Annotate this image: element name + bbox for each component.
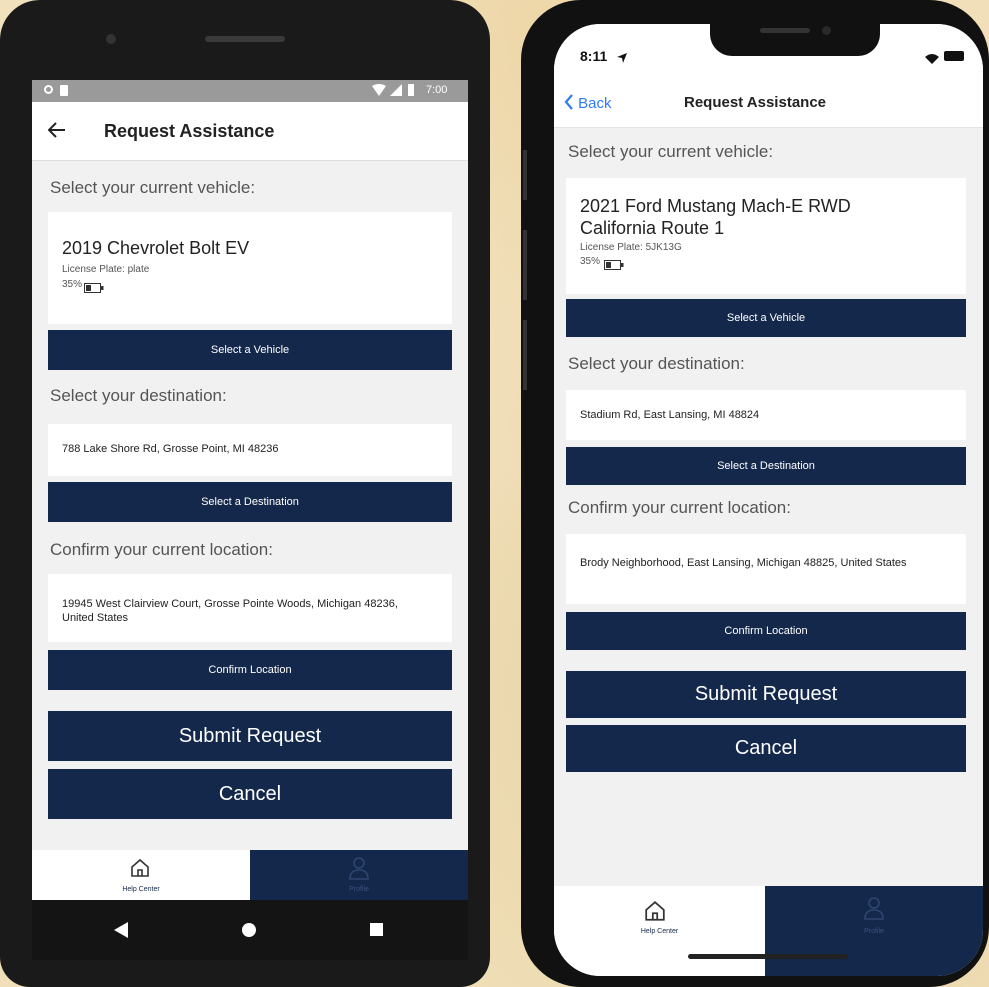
wifi-icon bbox=[925, 51, 939, 69]
confirm-location-button[interactable]: Confirm Location bbox=[566, 612, 966, 650]
submit-request-button[interactable]: Submit Request bbox=[566, 671, 966, 718]
android-screen: 7:00 Request Assistance Select your curr… bbox=[32, 80, 468, 904]
side-button bbox=[523, 150, 527, 200]
tab-profile[interactable]: Profile bbox=[765, 886, 983, 976]
status-time: 8:11 bbox=[580, 48, 608, 64]
tab-help-center[interactable]: Help Center bbox=[32, 850, 250, 904]
side-button bbox=[523, 230, 527, 300]
app-header: Request Assistance bbox=[32, 102, 468, 161]
battery-icon bbox=[944, 51, 964, 61]
nav-home-icon[interactable] bbox=[242, 923, 256, 937]
vehicle-name-line2: California Route 1 bbox=[580, 218, 725, 238]
circle-notification-icon bbox=[44, 85, 53, 94]
wifi-icon bbox=[372, 84, 386, 99]
location-section-label: Confirm your current location: bbox=[50, 540, 273, 559]
iphone-screen: 8:11 Back Request Assistance Select your… bbox=[554, 24, 983, 976]
battery-icon bbox=[408, 84, 414, 96]
speaker-grille bbox=[760, 28, 810, 33]
status-bar: 7:00 bbox=[32, 80, 468, 102]
license-plate: License Plate: 5JK13G bbox=[580, 242, 682, 253]
vehicle-name: 2021 Ford Mustang Mach-E RWD bbox=[580, 196, 851, 216]
battery-percent: 35% bbox=[580, 256, 601, 267]
location-section-label: Confirm your current location: bbox=[568, 498, 791, 517]
speaker-grille bbox=[205, 36, 285, 42]
confirm-location-button[interactable]: Confirm Location bbox=[48, 650, 452, 690]
battery-icon bbox=[84, 280, 104, 298]
vehicle-section-label: Select your current vehicle: bbox=[568, 142, 774, 161]
destination-section-label: Select your destination: bbox=[568, 354, 745, 373]
location-address: 19945 West Clairview Court, Grosse Point… bbox=[62, 598, 398, 624]
select-vehicle-button[interactable]: Select a Vehicle bbox=[566, 299, 966, 337]
page-title: Request Assistance bbox=[684, 94, 827, 111]
front-camera bbox=[106, 34, 116, 44]
tab-help-center[interactable]: Help Center bbox=[554, 886, 765, 976]
tab-profile-label: Profile bbox=[349, 886, 369, 893]
location-arrow-icon bbox=[617, 50, 627, 68]
destination-section-label: Select your destination: bbox=[50, 386, 227, 405]
person-icon bbox=[348, 856, 370, 885]
select-vehicle-button[interactable]: Select a Vehicle bbox=[48, 330, 452, 370]
vehicle-card[interactable]: 2019 Chevrolet Bolt EV License Plate: pl… bbox=[48, 212, 452, 324]
back-button[interactable]: Back bbox=[564, 94, 612, 112]
location-card[interactable]: Brody Neighborhood, East Lansing, Michig… bbox=[566, 534, 966, 604]
destination-address: Stadium Rd, East Lansing, MI 48824 bbox=[580, 409, 760, 421]
home-icon bbox=[644, 900, 666, 927]
destination-card[interactable]: Stadium Rd, East Lansing, MI 48824 bbox=[566, 390, 966, 440]
front-camera bbox=[822, 26, 831, 35]
home-icon bbox=[130, 858, 150, 883]
home-indicator bbox=[688, 954, 848, 959]
sd-card-icon bbox=[60, 85, 68, 96]
vehicle-section-label: Select your current vehicle: bbox=[50, 178, 256, 197]
nav-recents-icon[interactable] bbox=[370, 923, 383, 936]
vehicle-name: 2019 Chevrolet Bolt EV bbox=[62, 238, 250, 258]
back-label: Back bbox=[578, 95, 612, 112]
location-address: Brody Neighborhood, East Lansing, Michig… bbox=[580, 557, 907, 569]
destination-card[interactable]: 788 Lake Shore Rd, Grosse Point, MI 4823… bbox=[48, 424, 452, 476]
side-button bbox=[523, 320, 527, 390]
tab-help-center-label: Help Center bbox=[122, 886, 160, 893]
license-plate: License Plate: plate bbox=[62, 264, 150, 275]
location-card[interactable]: 19945 West Clairview Court, Grosse Point… bbox=[48, 574, 452, 642]
vehicle-card[interactable]: 2021 Ford Mustang Mach-E RWD California … bbox=[566, 178, 966, 294]
battery-percent: 35% bbox=[62, 279, 83, 290]
page-title: Request Assistance bbox=[104, 121, 275, 141]
iphone-notch bbox=[710, 18, 880, 56]
tab-profile[interactable]: Profile bbox=[250, 850, 468, 904]
nav-back-icon[interactable] bbox=[114, 922, 128, 943]
submit-request-button[interactable]: Submit Request bbox=[48, 711, 452, 761]
status-time: 7:00 bbox=[426, 84, 448, 96]
select-destination-button[interactable]: Select a Destination bbox=[566, 447, 966, 485]
battery-icon bbox=[604, 257, 624, 275]
destination-address: 788 Lake Shore Rd, Grosse Point, MI 4823… bbox=[62, 443, 279, 455]
android-nav-bar bbox=[32, 900, 468, 960]
cancel-button[interactable]: Cancel bbox=[566, 725, 966, 772]
cell-signal-icon bbox=[390, 84, 402, 99]
cancel-button[interactable]: Cancel bbox=[48, 769, 452, 819]
select-destination-button[interactable]: Select a Destination bbox=[48, 482, 452, 522]
tab-help-center-label: Help Center bbox=[640, 928, 679, 935]
back-arrow-icon[interactable] bbox=[47, 122, 66, 143]
tab-profile-label: Profile bbox=[864, 928, 884, 935]
person-icon bbox=[863, 896, 885, 925]
